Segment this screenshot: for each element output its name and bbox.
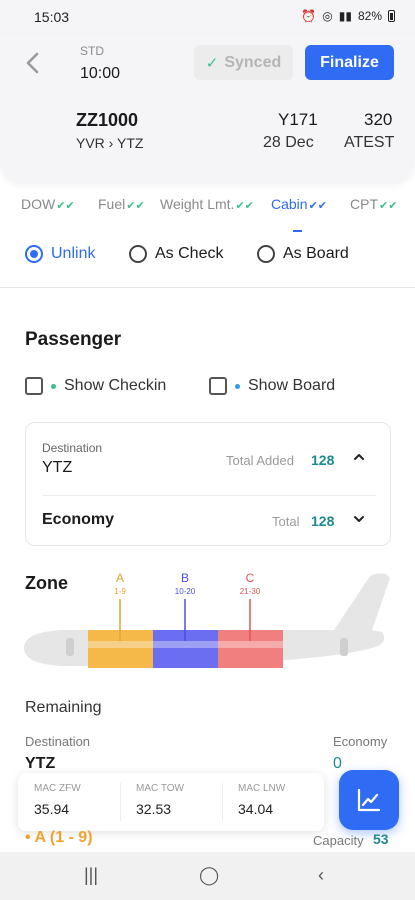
chevron-down-icon[interactable] [352,512,366,526]
check-icon: ✔✔ [308,200,328,212]
tab-indicator [293,230,302,232]
back-arrow-icon[interactable] [20,50,46,76]
back-icon[interactable]: ‹ [318,865,324,886]
radio-icon [129,245,147,263]
radio-as-board[interactable]: As Board [257,245,349,263]
total-value: 128 [311,513,335,529]
mac-value: 35.94 [34,801,70,817]
radio-label: As Board [283,245,349,262]
remaining-destination-value: YTZ [25,755,56,772]
board-dot [235,383,240,389]
aircraft-name: ATEST [344,134,395,151]
aircraft-zone-diagram: A 1-9 B 10-20 C 21-30 [24,571,390,668]
capacity-label: Capacity [313,833,364,848]
flight-date: 28 Dec [263,134,314,151]
std-label: STD [80,44,104,58]
tab-fuel[interactable]: Fuel✔✔ [98,196,145,212]
recent-apps-icon[interactable]: ||| [84,865,98,886]
signal-icon: ▮▮ [338,9,352,23]
aircraft-type: 320 [364,110,393,129]
show-board-label: Show Board [248,377,336,394]
remaining-class-label: Economy [333,734,388,749]
flight-number: ZZ1000 [76,110,139,130]
status-bar: 15:03 ⏰ ◎ ▮▮ 82% [0,0,415,34]
status-time: 15:03 [34,9,70,25]
radio-icon [257,245,275,263]
passenger-title: Passenger [25,329,122,350]
finalize-button[interactable]: Finalize [305,45,394,80]
home-icon[interactable]: ◯ [199,865,219,886]
radio-unlink[interactable]: Unlink [25,245,95,263]
zone-c-rows: 21-30 [240,587,261,596]
flight-header: STD 10:00 ✓ Synced Finalize ZZ1000 YVR ›… [0,34,415,182]
show-checkin-checkbox[interactable]: Show Checkin [25,377,166,395]
radio-label: Unlink [51,245,96,262]
checkbox-icon [25,377,43,395]
tab-cabin[interactable]: Cabin✔✔ [271,196,327,212]
class-name: Economy [42,511,115,528]
mac-lnw: MAC LNW 34.04 [222,773,324,831]
destination-value: YTZ [42,459,73,476]
status-icons: ⏰ ◎ ▮▮ 82% [301,9,395,23]
mac-label: MAC LNW [238,783,286,794]
mac-value: 32.53 [136,801,172,817]
card-divider [42,495,376,496]
link-mode-group: Unlink As Check As Board [0,245,415,271]
check-icon: ✔✔ [379,200,398,212]
mac-value: 34.04 [238,801,274,817]
divider [0,287,415,288]
step-tabs: DOW✔✔ Fuel✔✔ Weight Lmt.✔✔ Cabin✔✔ CPT✔✔ [0,196,415,224]
mac-zfw: MAC ZFW 35.94 [18,773,120,831]
std-time: 10:00 [80,65,121,82]
synced-label: Synced [224,53,282,71]
destination-card: Destination YTZ Total Added 128 Economy … [25,422,391,546]
tab-dow[interactable]: DOW✔✔ [21,196,75,212]
zone-b-rows: 10-20 [175,587,196,596]
alarm-icon: ⏰ [301,9,317,23]
destination-label: Destination [42,441,103,455]
mac-summary-panel: MAC ZFW 35.94 MAC TOW 32.53 MAC LNW 34.0… [18,773,324,831]
registration: Y171 [278,110,318,129]
system-nav-bar: ||| ◯ ‹ [0,852,415,900]
zone-c-label: C [246,571,255,585]
chart-fab-button[interactable] [339,770,399,830]
check-icon: ✓ [205,54,219,72]
mac-label: MAC TOW [136,783,184,794]
tab-cpt[interactable]: CPT✔✔ [350,196,397,212]
hotspot-icon: ◎ [322,9,333,23]
check-icon: ✔✔ [56,200,75,212]
remaining-class-value: 0 [333,755,342,772]
radio-label: As Check [155,245,224,262]
flight-route: YVR › YTZ [76,135,144,151]
synced-button[interactable]: ✓ Synced [194,45,293,80]
zone-a-label: A [116,571,124,585]
capacity-value: 53 [373,831,389,847]
remaining-destination-label: Destination [25,734,91,749]
line-chart-icon [357,788,381,812]
zone-a-rows: 1-9 [114,587,126,596]
zone-b-label: B [181,571,189,585]
radio-selected-icon [25,245,43,263]
mac-tow: MAC TOW 32.53 [120,773,222,831]
show-checkin-label: Show Checkin [64,377,167,394]
remaining-title: Remaining [25,699,102,716]
checkin-dot [51,383,56,389]
mac-label: MAC ZFW [34,783,81,794]
total-added-label: Total Added [226,453,294,468]
total-label: Total [272,514,300,529]
checkbox-icon [209,377,227,395]
check-icon: ✔✔ [126,200,145,212]
tab-weight-lmt[interactable]: Weight Lmt.✔✔ [160,196,254,212]
check-icon: ✔✔ [235,200,254,212]
total-added-value: 128 [311,452,335,468]
show-board-checkbox[interactable]: Show Board [209,377,335,395]
zone-title: Zone [25,573,68,593]
radio-as-check[interactable]: As Check [129,245,223,263]
chevron-up-icon[interactable] [352,450,366,464]
battery-icon [388,10,395,22]
zone-a-row[interactable]: • A (1 - 9) [25,829,93,847]
battery-percent: 82% [357,9,382,23]
